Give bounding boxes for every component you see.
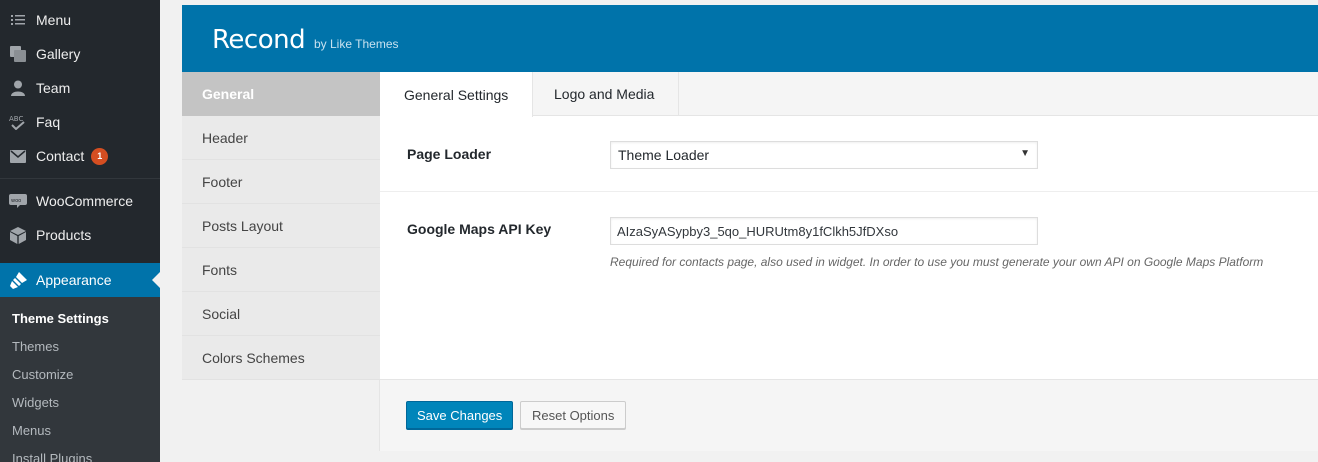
section-posts-layout[interactable]: Posts Layout — [182, 204, 380, 248]
sidebar-item-label: Appearance — [36, 272, 112, 288]
sidebar-item-woocommerce[interactable]: woo WooCommerce — [0, 184, 160, 218]
sidebar-item-label: Menu — [36, 12, 72, 28]
sidebar-item-label: Faq — [36, 114, 61, 130]
reset-options-button[interactable]: Reset Options — [520, 401, 627, 429]
submenu-item-themes[interactable]: Themes — [12, 339, 59, 354]
submenu-item-customize[interactable]: Customize — [12, 367, 73, 382]
sidebar-item-appearance[interactable]: Appearance — [0, 263, 160, 297]
save-changes-button[interactable]: Save Changes — [406, 401, 514, 429]
mail-icon — [0, 149, 36, 163]
section-general[interactable]: General — [182, 72, 380, 116]
maps-key-description: Required for contacts page, also used in… — [610, 255, 1264, 269]
sidebar-item-menu[interactable]: Menu — [0, 3, 160, 37]
section-fonts[interactable]: Fonts — [182, 248, 380, 292]
submenu-item-theme-settings[interactable]: Theme Settings — [12, 311, 109, 326]
paintbrush-icon — [0, 271, 36, 289]
sidebar-item-team[interactable]: Team — [0, 71, 160, 105]
section-social[interactable]: Social — [182, 292, 380, 336]
tab-general-settings[interactable]: General Settings — [380, 72, 534, 117]
field-row-maps-key: Google Maps API Key Required for contact… — [380, 192, 1318, 312]
sidebar-item-label: Gallery — [36, 46, 81, 62]
submenu-item-widgets[interactable]: Widgets — [12, 395, 59, 410]
sidebar-item-products[interactable]: Products — [0, 218, 160, 252]
person-icon — [0, 80, 36, 96]
settings-content: General Settings Logo and Media Page Loa… — [380, 72, 1318, 451]
menu-separator — [0, 178, 160, 179]
sidebar-item-label: Contact — [36, 148, 85, 164]
list-icon — [0, 13, 36, 27]
tab-logo-and-media[interactable]: Logo and Media — [530, 72, 680, 116]
current-menu-arrow — [152, 272, 160, 288]
sidebar-item-gallery[interactable]: Gallery — [0, 37, 160, 71]
svg-text:ABC: ABC — [9, 115, 23, 123]
theme-options-panel: Recond by Like Themes General Header Foo… — [182, 5, 1318, 451]
page-loader-label: Page Loader — [407, 146, 492, 162]
page-loader-value: Theme Loader — [618, 147, 710, 163]
sidebar-item-contact[interactable]: Contact 1 — [0, 139, 160, 173]
section-colors-schemes[interactable]: Colors Schemes — [182, 336, 380, 380]
maps-key-label: Google Maps API Key — [407, 221, 552, 237]
admin-sidebar: Menu Gallery Team ABC Faq Contact 1 woo … — [0, 0, 160, 462]
tab-bar: General Settings Logo and Media — [380, 72, 1318, 117]
gallery-icon — [0, 46, 36, 62]
notification-badge: 1 — [91, 147, 109, 165]
woocommerce-icon: woo — [0, 194, 36, 208]
section-list: General Header Footer Posts Layout Fonts… — [182, 72, 380, 451]
svg-text:woo: woo — [11, 198, 21, 204]
theme-author: by Like Themes — [314, 37, 399, 51]
sidebar-item-label: Products — [36, 227, 92, 243]
submenu-item-menus[interactable]: Menus — [12, 423, 51, 438]
theme-title: Recond — [212, 25, 306, 55]
box-icon — [0, 226, 36, 244]
abc-check-icon: ABC — [0, 114, 36, 130]
appearance-submenu: Theme Settings Themes Customize Widgets … — [0, 297, 160, 462]
options-footer: Save Changes Reset Options — [380, 379, 1318, 451]
section-header[interactable]: Header — [182, 116, 380, 160]
field-row-page-loader: Page Loader Theme Loader ▼ — [380, 116, 1318, 191]
sidebar-item-faq[interactable]: ABC Faq — [0, 105, 160, 139]
sidebar-item-label: WooCommerce — [36, 193, 133, 209]
maps-key-input[interactable] — [610, 217, 1038, 245]
page-loader-select[interactable]: Theme Loader ▼ — [610, 141, 1038, 169]
sidebar-item-label: Team — [36, 80, 71, 96]
submenu-item-install-plugins[interactable]: Install Plugins — [12, 451, 92, 462]
section-footer[interactable]: Footer — [182, 160, 380, 204]
dropdown-arrow-icon: ▼ — [1020, 148, 1030, 159]
panel-header: Recond by Like Themes — [182, 5, 1318, 72]
